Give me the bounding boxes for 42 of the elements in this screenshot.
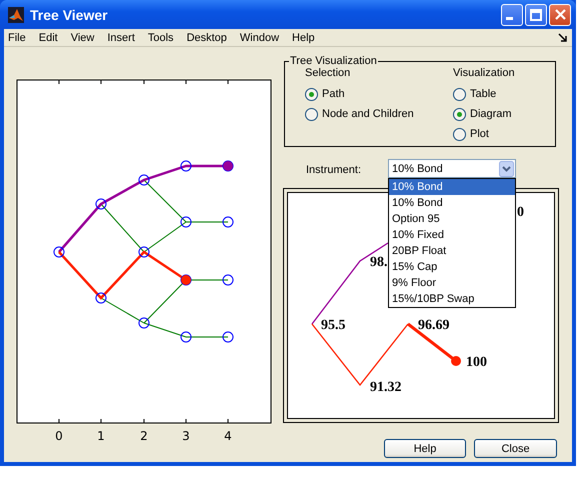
dropdown-option[interactable]: 15% Cap (389, 259, 515, 275)
dropdown-option[interactable]: 9% Floor (389, 275, 515, 291)
column-heading: Selection (305, 67, 352, 79)
column-heading: Visualization (453, 67, 515, 79)
menu-item[interactable]: File (8, 32, 26, 44)
menu-item[interactable]: Edit (38, 32, 58, 44)
radio-option[interactable]: Path (305, 84, 453, 104)
dialog-button[interactable]: Help (384, 439, 466, 458)
menu-item[interactable]: Insert (107, 32, 135, 44)
axis-tick-label: 2 (140, 429, 148, 443)
window-title: Tree Viewer (30, 6, 109, 23)
axis-tick-label: 4 (224, 429, 232, 443)
maximize-button[interactable] (525, 4, 547, 26)
maximize-icon (530, 8, 542, 21)
menu-item[interactable]: Help (292, 32, 315, 44)
menu-item[interactable]: Desktop (186, 32, 227, 44)
menu-item[interactable]: Window (240, 32, 280, 44)
menu-item[interactable]: Tools (148, 32, 174, 44)
close-button[interactable] (549, 4, 571, 26)
dock-arrow-icon[interactable] (558, 33, 568, 44)
group-title: Tree Visualization (289, 55, 378, 67)
axis-tick-label: 1 (97, 429, 105, 443)
dropdown-option[interactable]: 15%/10BP Swap (389, 291, 515, 307)
dropdown-option[interactable]: Option 95 (389, 211, 515, 227)
minimize-icon (506, 17, 513, 20)
surface-logo-icon (8, 6, 24, 23)
dialog-button[interactable]: Close (474, 439, 557, 458)
instrument-label: Instrument: (305, 164, 362, 176)
radio-option[interactable]: Node and Children (305, 104, 453, 124)
dropdown-option[interactable]: 20BP Float (389, 243, 515, 259)
axis-tick-label: 0 (55, 429, 63, 443)
radio-option[interactable]: Table (453, 84, 515, 104)
dropdown-option[interactable]: 10% Bond (389, 195, 515, 211)
dropdown-option[interactable]: 10% Bond (389, 179, 515, 195)
close-icon (554, 9, 566, 20)
menu-item[interactable]: View (70, 32, 94, 44)
dropdown-option[interactable]: 10% Fixed (389, 227, 515, 243)
radio-option[interactable]: Plot (453, 124, 515, 144)
radio-option[interactable]: Diagram (453, 104, 515, 124)
instrument-dropdown[interactable]: 10% Bond (388, 159, 516, 178)
axis-tick-label: 3 (182, 429, 190, 443)
minimize-button[interactable] (501, 4, 523, 26)
